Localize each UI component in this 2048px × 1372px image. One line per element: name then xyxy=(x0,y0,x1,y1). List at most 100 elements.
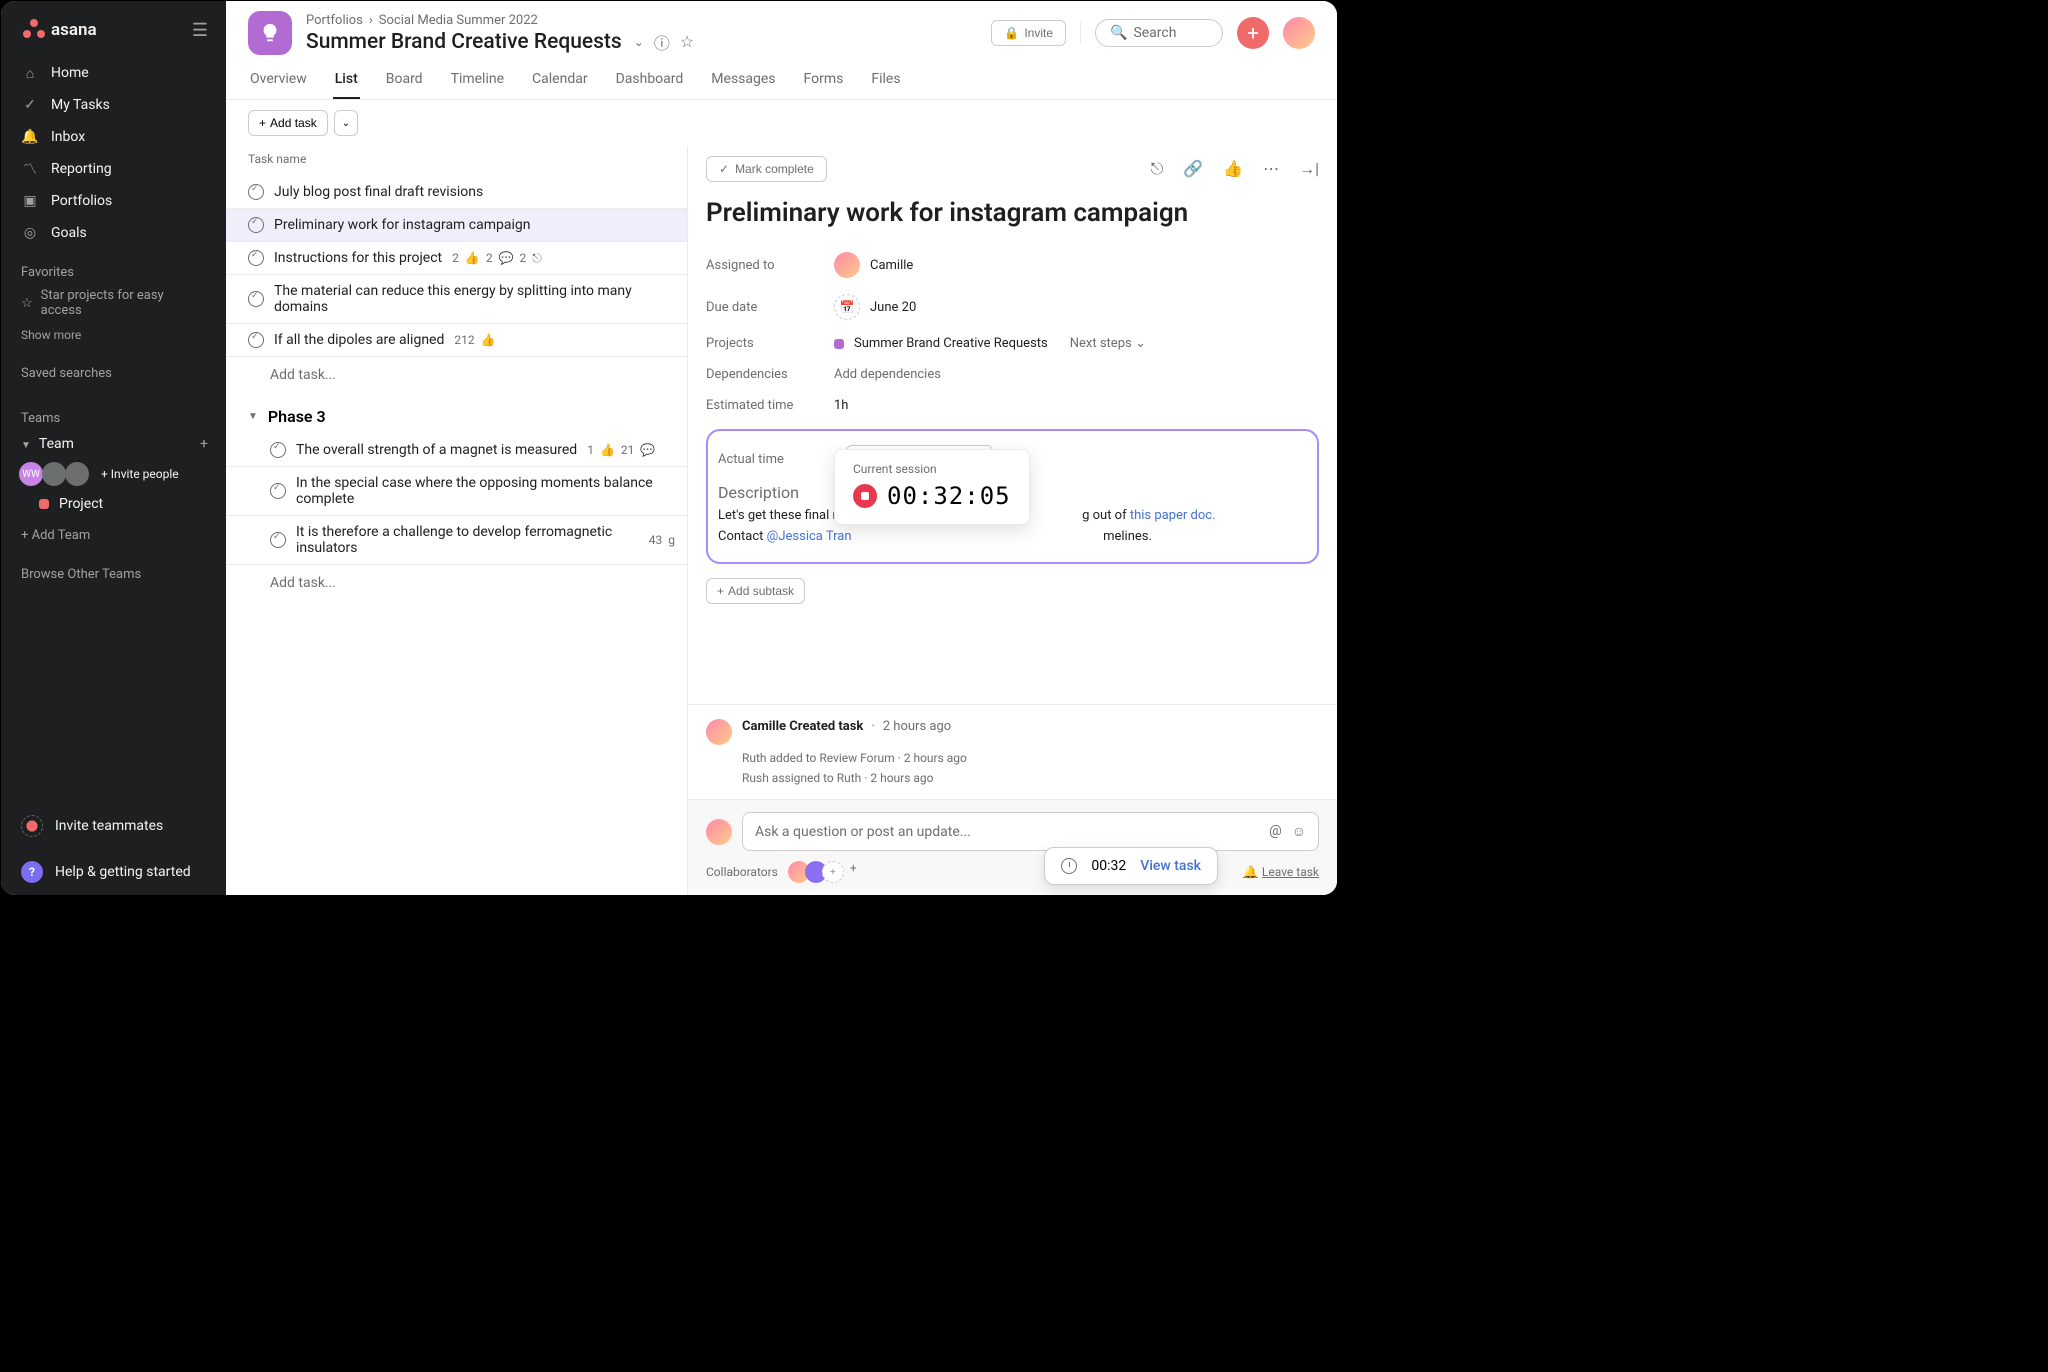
activity-feed: Camille Created task·2 hours ago Ruth ad… xyxy=(688,704,1337,799)
nav-portfolios[interactable]: ▣Portfolios xyxy=(1,185,226,217)
chevron-down-icon[interactable]: ⌄ xyxy=(634,35,644,49)
tab-list[interactable]: List xyxy=(333,63,360,99)
help-button[interactable]: ? Help & getting started xyxy=(1,849,226,895)
collapse-sidebar-icon[interactable]: ☰ xyxy=(192,20,208,41)
complete-checkbox[interactable] xyxy=(270,483,286,499)
user-avatar[interactable] xyxy=(1283,17,1315,49)
logo-text: asana xyxy=(51,20,97,40)
task-row[interactable]: Instructions for this project 2👍2💬2⎋ xyxy=(226,242,687,275)
add-task-button[interactable]: + Add task xyxy=(248,110,328,136)
task-row[interactable]: The material can reduce this energy by s… xyxy=(226,275,687,324)
like-icon[interactable]: 👍 xyxy=(1223,159,1243,179)
task-row[interactable]: Preliminary work for instagram campaign xyxy=(226,209,687,242)
more-icon[interactable]: ⋯ xyxy=(1263,159,1279,179)
close-detail-icon[interactable]: →| xyxy=(1299,159,1319,179)
project-field[interactable]: Summer Brand Creative RequestsNext steps… xyxy=(834,336,1146,351)
breadcrumb[interactable]: Social Media Summer 2022 xyxy=(379,13,538,28)
favorites-hint: ☆Star projects for easy access xyxy=(1,284,226,322)
project-color-dot xyxy=(834,339,844,349)
tab-calendar[interactable]: Calendar xyxy=(530,63,590,99)
comment-input[interactable]: Ask a question or post an update... @☺ xyxy=(742,812,1319,851)
complete-checkbox[interactable] xyxy=(248,250,264,266)
add-task-dropdown[interactable]: ⌄ xyxy=(334,110,358,136)
doc-link[interactable]: this paper doc. xyxy=(1130,508,1216,523)
team-avatar[interactable] xyxy=(42,462,66,486)
add-task-inline[interactable]: Add task... xyxy=(226,357,687,393)
project-stage-dropdown[interactable]: Next steps ⌄ xyxy=(1070,336,1146,351)
tab-messages[interactable]: Messages xyxy=(709,63,777,99)
complete-checkbox[interactable] xyxy=(270,442,286,458)
home-icon: ⌂ xyxy=(21,64,39,82)
view-task-link[interactable]: View task xyxy=(1140,858,1201,874)
task-row[interactable]: July blog post final draft revisions xyxy=(226,176,687,209)
check-icon: ✓ xyxy=(719,162,729,176)
add-task-inline[interactable]: Add task... xyxy=(226,565,687,601)
task-row[interactable]: It is therefore a challenge to develop f… xyxy=(226,516,687,565)
nav-inbox[interactable]: 🔔Inbox xyxy=(1,121,226,153)
link-icon[interactable]: 🔗 xyxy=(1183,159,1203,179)
mention-icon[interactable]: @ xyxy=(1269,823,1282,840)
leave-task-button[interactable]: 🔔Leave task xyxy=(1243,865,1319,879)
global-add-button[interactable]: + xyxy=(1237,17,1269,49)
tab-dashboard[interactable]: Dashboard xyxy=(614,63,686,99)
add-collaborator-button[interactable]: + xyxy=(822,861,844,883)
timer-popup-label: Current session xyxy=(853,462,1011,476)
nav-my-tasks[interactable]: ✓My Tasks xyxy=(1,89,226,121)
info-icon[interactable]: ⓘ xyxy=(654,30,670,54)
complete-checkbox[interactable] xyxy=(248,332,264,348)
invite-teammates-icon xyxy=(21,815,43,837)
section-header[interactable]: ▼Phase 3 xyxy=(226,393,687,434)
browse-teams-link[interactable]: Browse Other Teams xyxy=(1,553,226,596)
tab-board[interactable]: Board xyxy=(384,63,425,99)
user-mention[interactable]: @Jessica Tran xyxy=(767,529,852,544)
help-icon: ? xyxy=(21,861,43,883)
tab-timeline[interactable]: Timeline xyxy=(449,63,506,99)
saved-searches-header[interactable]: Saved searches xyxy=(1,348,226,385)
add-collaborator-plus[interactable]: + xyxy=(850,861,857,883)
nav-label: Home xyxy=(51,65,89,81)
add-dependencies-button[interactable]: Add dependencies xyxy=(834,367,941,382)
task-row[interactable]: If all the dipoles are aligned 212👍 xyxy=(226,324,687,357)
search-input[interactable]: 🔍Search xyxy=(1095,19,1223,47)
show-more-link[interactable]: Show more xyxy=(1,322,226,348)
complete-checkbox[interactable] xyxy=(248,217,264,233)
add-subtask-button[interactable]: + Add subtask xyxy=(706,578,805,604)
floating-timer-bar[interactable]: 00:32 View task xyxy=(1044,847,1218,885)
team-toggle[interactable]: ▼Team + xyxy=(1,430,226,458)
task-row[interactable]: In the special case where the opposing m… xyxy=(226,467,687,516)
star-icon[interactable]: ☆ xyxy=(680,32,694,51)
add-team-button[interactable]: + Add Team xyxy=(1,518,226,553)
nav-reporting[interactable]: 〽Reporting xyxy=(1,153,226,185)
invite-people-link[interactable]: + Invite people xyxy=(101,467,179,481)
tab-overview[interactable]: Overview xyxy=(248,63,309,99)
bell-icon: 🔔 xyxy=(1243,865,1258,879)
due-date-field[interactable]: 📅June 20 xyxy=(834,294,916,320)
emoji-icon[interactable]: ☺ xyxy=(1292,823,1306,840)
nav-home[interactable]: ⌂ Home xyxy=(1,57,226,89)
field-label: Estimated time xyxy=(706,398,834,413)
add-to-team-icon[interactable]: + xyxy=(200,436,208,452)
complete-checkbox[interactable] xyxy=(248,184,264,200)
tab-forms[interactable]: Forms xyxy=(802,63,846,99)
asana-logo[interactable]: asana xyxy=(23,19,97,41)
project-item[interactable]: Project xyxy=(1,490,226,518)
stop-timer-button[interactable] xyxy=(853,484,877,508)
mark-complete-button[interactable]: ✓Mark complete xyxy=(706,156,827,182)
task-title[interactable]: Preliminary work for instagram campaign xyxy=(706,198,1319,228)
complete-checkbox[interactable] xyxy=(270,532,286,548)
team-avatar[interactable]: WW xyxy=(19,462,43,486)
task-row[interactable]: The overall strength of a magnet is meas… xyxy=(226,434,687,467)
team-avatar[interactable] xyxy=(65,462,89,486)
nav-label: My Tasks xyxy=(51,97,110,113)
assignee-field[interactable]: Camille xyxy=(834,252,913,278)
breadcrumb[interactable]: Portfolios xyxy=(306,13,363,28)
lock-icon: 🔒 xyxy=(1004,26,1019,40)
nav-goals[interactable]: ◎Goals xyxy=(1,217,226,249)
invite-teammates-button[interactable]: Invite teammates xyxy=(1,803,226,849)
complete-checkbox[interactable] xyxy=(248,291,264,307)
estimated-time-field[interactable]: 1h xyxy=(834,398,848,413)
invite-button[interactable]: 🔒Invite xyxy=(991,20,1066,46)
calendar-icon: 📅 xyxy=(834,294,860,320)
subtask-icon[interactable]: ⎋ xyxy=(1151,159,1164,179)
tab-files[interactable]: Files xyxy=(869,63,902,99)
